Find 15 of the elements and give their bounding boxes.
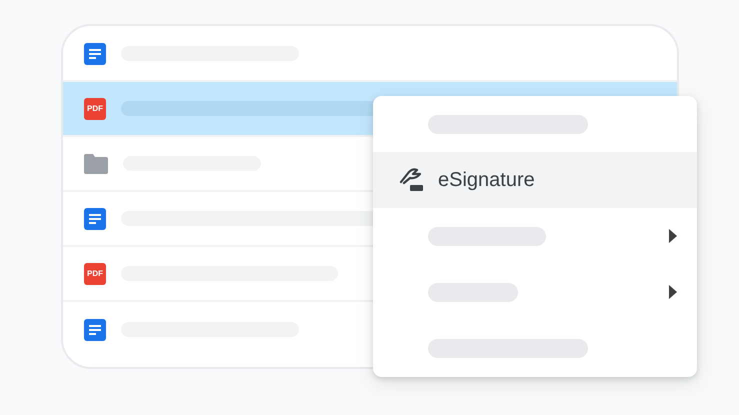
menu-item[interactable]: [373, 96, 697, 152]
folder-icon: [84, 154, 108, 174]
menu-item[interactable]: [373, 320, 697, 376]
menu-item[interactable]: eSignature: [373, 152, 697, 208]
document-icon: [84, 208, 106, 230]
submenu-arrow-icon: [669, 229, 677, 243]
menu-item[interactable]: [373, 208, 697, 264]
pdf-icon: PDF: [84, 98, 106, 120]
file-row[interactable]: [63, 27, 677, 82]
document-icon: [84, 318, 106, 340]
esignature-label: eSignature: [438, 168, 535, 192]
pen-signature-icon: [399, 168, 426, 192]
pdf-icon: PDF: [84, 262, 106, 284]
document-icon: [84, 42, 106, 64]
submenu-arrow-icon: [669, 285, 677, 299]
